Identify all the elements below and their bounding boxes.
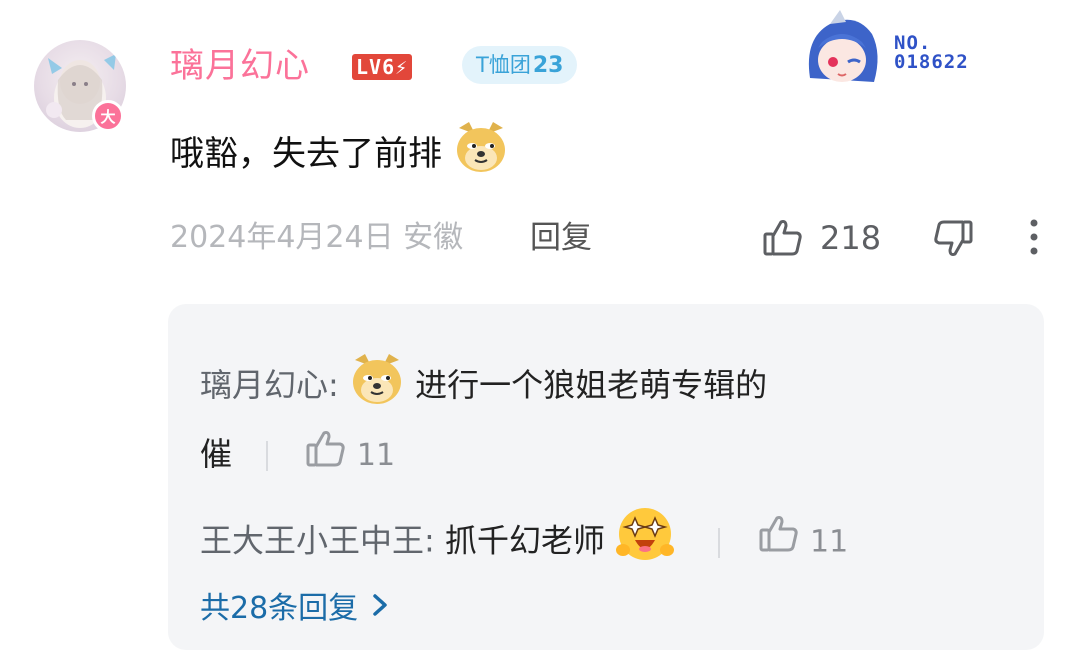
reply-item[interactable]: 璃月幻心: 进行一个狼姐老萌专辑的 [200,350,767,424]
reply-like-count: 11 [356,438,396,473]
comment-text: 哦豁，失去了前排 [170,118,509,193]
reply-like-count: 11 [810,524,849,560]
level-label: LV6 [356,55,396,79]
fan-badge[interactable]: T恤团23 [462,46,578,84]
lightning-icon: ⚡ [395,55,409,79]
excited-emoji [615,504,675,581]
reply-item-continued: 催 11 [200,428,395,484]
decoration-number: NO. 018622 [894,32,969,73]
divider [717,527,720,558]
reply-text: 抓千幻老师 [444,521,605,560]
fan-badge-label: T恤团 [476,53,531,77]
thumbs-up-icon[interactable] [762,218,804,262]
fan-badge-level: 23 [532,53,564,78]
reply-text: 进行一个狼姐老萌专辑的 [415,366,768,404]
decoration-character-icon [800,8,882,92]
chevron-right-icon [368,587,392,633]
reply-user[interactable]: 璃月幻心: [200,366,339,404]
like-count: 218 [820,219,882,257]
reply-button[interactable]: 回复 [530,214,592,262]
comment-location: 安徽 [403,220,464,255]
doge-emoji [349,350,405,424]
thumbs-up-icon[interactable] [305,429,347,484]
reply-user[interactable]: 王大王小王中王: [200,522,435,560]
username[interactable]: 璃月幻心 [170,42,310,90]
reply-item[interactable]: 王大王小王中王: 抓千幻老师 11 [200,504,848,581]
doge-emoji [453,118,509,193]
thumbs-up-icon[interactable] [758,513,800,573]
comment-meta: 2024年4月24日 安徽 [170,214,463,262]
divider [266,441,269,471]
reply-text: 催 [200,435,233,473]
comment-date: 2024年4月24日 [170,220,394,255]
level-badge: LV6⚡ [352,54,413,80]
view-more-replies-link[interactable]: 共28条回复 [200,586,392,633]
thumbs-down-icon[interactable] [932,218,974,262]
more-vertical-icon[interactable] [1028,218,1040,260]
avatar-badge: 大 [92,100,124,132]
